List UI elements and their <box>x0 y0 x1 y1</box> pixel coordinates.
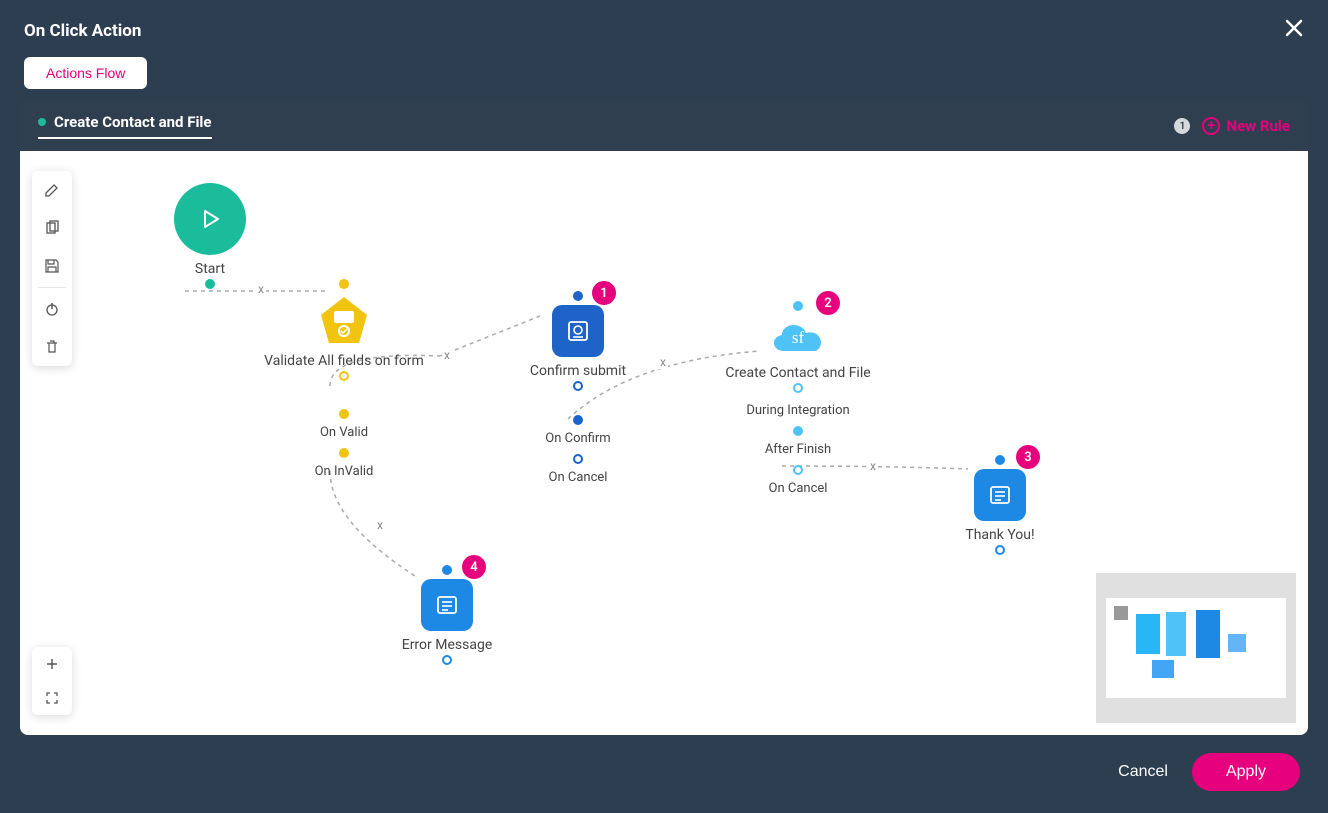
out-cancel-label: On Cancel <box>698 481 898 496</box>
port-valid[interactable] <box>339 409 349 419</box>
message-icon <box>974 469 1026 521</box>
out-valid-label: On Valid <box>254 425 434 440</box>
modal-header: On Click Action <box>0 0 1328 57</box>
rule-title: Create Contact and File <box>54 113 212 131</box>
confirm-icon <box>552 305 604 357</box>
node-label: Confirm submit <box>498 363 658 379</box>
minimap[interactable] <box>1096 573 1296 723</box>
cancel-button[interactable]: Cancel <box>1118 763 1168 781</box>
copy-icon[interactable] <box>32 209 72 247</box>
port-out[interactable] <box>339 371 349 381</box>
port-out[interactable] <box>793 383 803 393</box>
svg-text:sf: sf <box>792 328 805 347</box>
node-label: Start <box>140 261 280 277</box>
new-rule-label: New Rule <box>1226 117 1290 135</box>
port-cancel[interactable] <box>793 465 803 475</box>
node-badge: 3 <box>1016 445 1040 469</box>
validate-icon <box>317 293 371 347</box>
node-label: Thank You! <box>930 527 1070 543</box>
port-in[interactable] <box>995 455 1005 465</box>
new-rule-button[interactable]: + New Rule <box>1202 117 1290 135</box>
node-label: Create Contact and File <box>698 365 898 381</box>
out-during-label: During Integration <box>698 403 898 418</box>
node-badge: 2 <box>816 291 840 315</box>
port-after[interactable] <box>793 426 803 436</box>
node-badge: 4 <box>462 555 486 579</box>
modal-footer: Cancel Apply <box>0 735 1328 813</box>
cloud-icon: sf <box>766 315 830 359</box>
link-delete-icon[interactable]: x <box>375 518 385 532</box>
port-out[interactable] <box>995 545 1005 555</box>
link-delete-icon[interactable]: x <box>658 355 668 369</box>
node-create-contact[interactable]: 2 sf Create Contact and File During Inte… <box>698 299 898 496</box>
close-icon[interactable] <box>1284 18 1304 43</box>
flow-canvas[interactable]: x x x x x Start Validate All fields on f… <box>20 151 1308 735</box>
minimap-viewport <box>1106 598 1286 698</box>
port-in[interactable] <box>442 565 452 575</box>
apply-button[interactable]: Apply <box>1192 753 1300 791</box>
save-icon[interactable] <box>32 247 72 285</box>
port-invalid[interactable] <box>339 448 349 458</box>
power-icon[interactable] <box>32 290 72 328</box>
rule-status-dot <box>38 118 46 126</box>
trash-icon[interactable] <box>32 328 72 366</box>
zoom-controls <box>32 647 72 715</box>
port-confirm[interactable] <box>573 415 583 425</box>
modal-title: On Click Action <box>24 21 141 41</box>
port-out[interactable] <box>573 381 583 391</box>
node-label: Validate All fields on form <box>254 353 434 369</box>
out-cancel-label: On Cancel <box>498 470 658 485</box>
node-badge: 1 <box>592 281 616 305</box>
port-out[interactable] <box>205 279 215 289</box>
tab-row: Actions Flow <box>0 57 1328 101</box>
rule-count-badge: 1 <box>1174 118 1190 134</box>
node-error[interactable]: 4 Error Message <box>372 563 522 669</box>
tab-actions-flow[interactable]: Actions Flow <box>24 57 147 89</box>
play-icon <box>174 183 246 255</box>
link-delete-icon[interactable]: x <box>442 348 452 362</box>
out-invalid-label: On InValid <box>254 464 434 479</box>
node-confirm[interactable]: 1 Confirm submit On Confirm On Cancel <box>498 289 658 485</box>
out-after-label: After Finish <box>698 442 898 457</box>
port-in[interactable] <box>793 301 803 311</box>
out-confirm-label: On Confirm <box>498 431 658 446</box>
edit-icon[interactable] <box>32 171 72 209</box>
node-label: Error Message <box>372 637 522 653</box>
zoom-in-icon[interactable] <box>32 647 72 681</box>
port-in[interactable] <box>339 279 349 289</box>
port-cancel[interactable] <box>573 454 583 464</box>
port-in[interactable] <box>573 291 583 301</box>
plus-circle-icon: + <box>1202 117 1220 135</box>
node-thankyou[interactable]: 3 Thank You! <box>930 453 1070 559</box>
port-out[interactable] <box>442 655 452 665</box>
message-icon <box>421 579 473 631</box>
node-validate[interactable]: Validate All fields on form On Valid On … <box>254 277 434 479</box>
fullscreen-icon[interactable] <box>32 681 72 715</box>
canvas-toolbar <box>32 171 72 366</box>
rule-header: Create Contact and File 1 + New Rule <box>20 101 1308 151</box>
